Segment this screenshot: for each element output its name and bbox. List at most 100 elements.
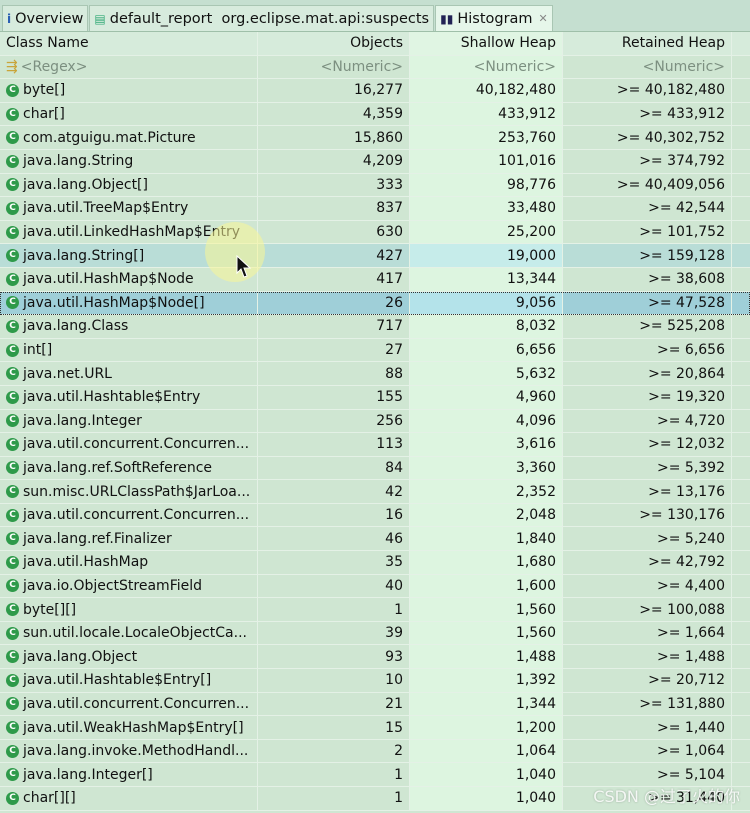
class-icon: C — [6, 744, 19, 758]
shallow-filter-input[interactable]: <Numeric> — [410, 55, 563, 79]
class-name: java.io.ObjectStreamField — [23, 577, 203, 594]
retained-heap-cell: >= 40,302,752 — [563, 126, 732, 149]
tab-default-report[interactable]: ▤ default_report org.eclipse.mat.api:susp… — [89, 5, 435, 31]
table-row[interactable]: Cjava.util.concurrent.Concurren... 21 1,… — [0, 692, 750, 717]
objects-cell: 88 — [258, 362, 410, 385]
class-icon: C — [6, 367, 19, 381]
class-icon: C — [6, 107, 19, 121]
objects-cell: 15 — [258, 716, 410, 739]
class-name-cell: Cjava.lang.Object — [0, 645, 258, 669]
table-row[interactable]: Cjava.util.HashMap 35 1,680 >= 42,792 — [0, 551, 750, 575]
objects-filter-input[interactable]: <Numeric> — [258, 55, 410, 79]
objects-cell: 1 — [258, 787, 410, 810]
class-icon: C — [6, 390, 19, 404]
class-name-cell: Cjava.util.HashMap$Node[] — [0, 291, 258, 315]
class-icon: C — [6, 673, 19, 687]
retained-heap-cell: >= 1,488 — [563, 645, 732, 669]
class-name-cell: Cjava.lang.Class — [0, 315, 258, 338]
column-header-retained-heap[interactable]: Retained Heap — [563, 32, 732, 55]
table-row[interactable]: Cchar[] 4,359 433,912 >= 433,912 — [0, 102, 750, 127]
class-icon: C — [6, 791, 19, 805]
shallow-heap-cell: 253,760 — [410, 126, 563, 149]
table-row[interactable]: Cjava.lang.String 4,209 101,016 >= 374,7… — [0, 149, 750, 174]
retained-heap-cell: >= 374,792 — [563, 149, 732, 173]
class-name: byte[][] — [23, 601, 77, 618]
objects-cell: 93 — [258, 645, 410, 669]
class-icon: C — [6, 626, 19, 640]
table-row[interactable]: Cjava.util.Hashtable$Entry[] 10 1,392 >=… — [0, 669, 750, 693]
table-row[interactable]: Cjava.util.WeakHashMap$Entry[] 15 1,200 … — [0, 716, 750, 740]
class-name-cell: Cjava.lang.String — [0, 149, 258, 173]
shallow-heap-cell: 3,616 — [410, 433, 563, 456]
retained-heap-cell: >= 525,208 — [563, 315, 732, 338]
class-icon: C — [6, 508, 19, 522]
shallow-heap-cell: 19,000 — [410, 244, 563, 267]
table-row[interactable]: Cjava.lang.Object[] 333 98,776 >= 40,409… — [0, 173, 750, 198]
report-icon: ▤ — [94, 11, 106, 26]
shallow-heap-cell: 33,480 — [410, 197, 563, 220]
regex-filter-input[interactable]: ⇶ <Regex> — [0, 55, 258, 79]
tab-histogram[interactable]: ▮▮ Histogram ✕ — [435, 5, 553, 31]
retained-heap-cell: >= 433,912 — [563, 102, 732, 126]
table-row[interactable]: Cjava.util.HashMap$Node[] 26 9,056 >= 47… — [0, 291, 750, 316]
table-row[interactable]: Cjava.lang.ref.Finalizer 46 1,840 >= 5,2… — [0, 527, 750, 552]
table-row[interactable]: Cjava.util.LinkedHashMap$Entry 630 25,20… — [0, 220, 750, 245]
class-name-cell: Cjava.util.TreeMap$Entry — [0, 197, 258, 220]
retained-heap-cell: >= 38,608 — [563, 267, 732, 291]
table-row[interactable]: Cbyte[] 16,277 40,182,480 >= 40,182,480 — [0, 79, 750, 103]
class-name-cell: Cjava.util.Hashtable$Entry[] — [0, 669, 258, 692]
shallow-heap-cell: 1,392 — [410, 669, 563, 692]
class-icon: C — [6, 414, 19, 428]
objects-cell: 4,359 — [258, 102, 410, 126]
tab-overview[interactable]: i Overview — [2, 5, 89, 31]
class-name-cell: Cjava.lang.Integer — [0, 409, 258, 433]
shallow-heap-cell: 1,560 — [410, 621, 563, 645]
shallow-heap-cell: 2,352 — [410, 480, 563, 503]
shallow-heap-cell: 1,200 — [410, 716, 563, 739]
class-name: java.lang.Integer — [23, 412, 142, 429]
table-row[interactable]: Cjava.lang.ref.SoftReference 84 3,360 >=… — [0, 456, 750, 481]
table-row[interactable]: Cjava.lang.Integer 256 4,096 >= 4,720 — [0, 409, 750, 434]
table-row[interactable]: Cjava.util.concurrent.Concurren... 113 3… — [0, 433, 750, 457]
close-icon[interactable]: ✕ — [539, 12, 548, 25]
retained-heap-cell: >= 19,320 — [563, 385, 732, 409]
table-row[interactable]: Cjava.lang.String[] 427 19,000 >= 159,12… — [0, 244, 750, 268]
retained-heap-cell: >= 130,176 — [563, 503, 732, 527]
objects-cell: 333 — [258, 173, 410, 197]
table-row[interactable]: Cjava.lang.invoke.MethodHandl... 2 1,064… — [0, 739, 750, 764]
column-header-shallow-heap[interactable]: Shallow Heap — [410, 32, 563, 55]
shallow-heap-cell: 1,680 — [410, 551, 563, 574]
class-name-cell: Cjava.util.LinkedHashMap$Entry — [0, 220, 258, 244]
retained-heap-cell: >= 1,064 — [563, 739, 732, 763]
table-row[interactable]: Cjava.util.TreeMap$Entry 837 33,480 >= 4… — [0, 197, 750, 221]
table-row[interactable]: Cjava.util.concurrent.Concurren... 16 2,… — [0, 503, 750, 528]
column-header-class-name[interactable]: Class Name — [0, 32, 258, 55]
retained-filter-input[interactable]: <Numeric> — [563, 55, 732, 79]
objects-cell: 113 — [258, 433, 410, 456]
table-row[interactable]: Ccom.atguigu.mat.Picture 15,860 253,760 … — [0, 126, 750, 150]
table-row[interactable]: Cjava.util.Hashtable$Entry 155 4,960 >= … — [0, 385, 750, 410]
table-row[interactable]: Cjava.io.ObjectStreamField 40 1,600 >= 4… — [0, 574, 750, 599]
class-name: int[] — [23, 342, 53, 359]
column-header-objects[interactable]: Objects — [258, 32, 410, 55]
table-row[interactable]: Csun.misc.URLClassPath$JarLoa... 42 2,35… — [0, 480, 750, 504]
class-name-cell: Cjava.util.Hashtable$Entry — [0, 385, 258, 409]
table-row[interactable]: Cint[] 27 6,656 >= 6,656 — [0, 338, 750, 363]
objects-cell: 39 — [258, 621, 410, 645]
table-body: Cbyte[] 16,277 40,182,480 >= 40,182,480 … — [0, 79, 750, 811]
retained-heap-cell: >= 47,528 — [563, 291, 732, 315]
class-name-cell: Cjava.lang.invoke.MethodHandl... — [0, 739, 258, 763]
retained-heap-cell: >= 4,400 — [563, 574, 732, 598]
filter-row: ⇶ <Regex> <Numeric> <Numeric> <Numeric> — [0, 55, 750, 80]
class-name: java.lang.Object — [23, 648, 138, 665]
table-row[interactable]: Cbyte[][] 1 1,560 >= 100,088 — [0, 598, 750, 622]
table-row[interactable]: Cjava.net.URL 88 5,632 >= 20,864 — [0, 362, 750, 386]
class-icon: C — [6, 83, 19, 97]
table-row[interactable]: Csun.util.locale.LocaleObjectCa... 39 1,… — [0, 621, 750, 646]
table-row[interactable]: Cjava.lang.Class 717 8,032 >= 525,208 — [0, 315, 750, 339]
table-row[interactable]: Cjava.util.HashMap$Node 417 13,344 >= 38… — [0, 267, 750, 292]
class-name-cell: Cbyte[][] — [0, 598, 258, 621]
table-row[interactable]: Cjava.lang.Object 93 1,488 >= 1,488 — [0, 645, 750, 670]
class-icon: C — [6, 343, 19, 357]
class-name-cell: Cint[] — [0, 338, 258, 362]
